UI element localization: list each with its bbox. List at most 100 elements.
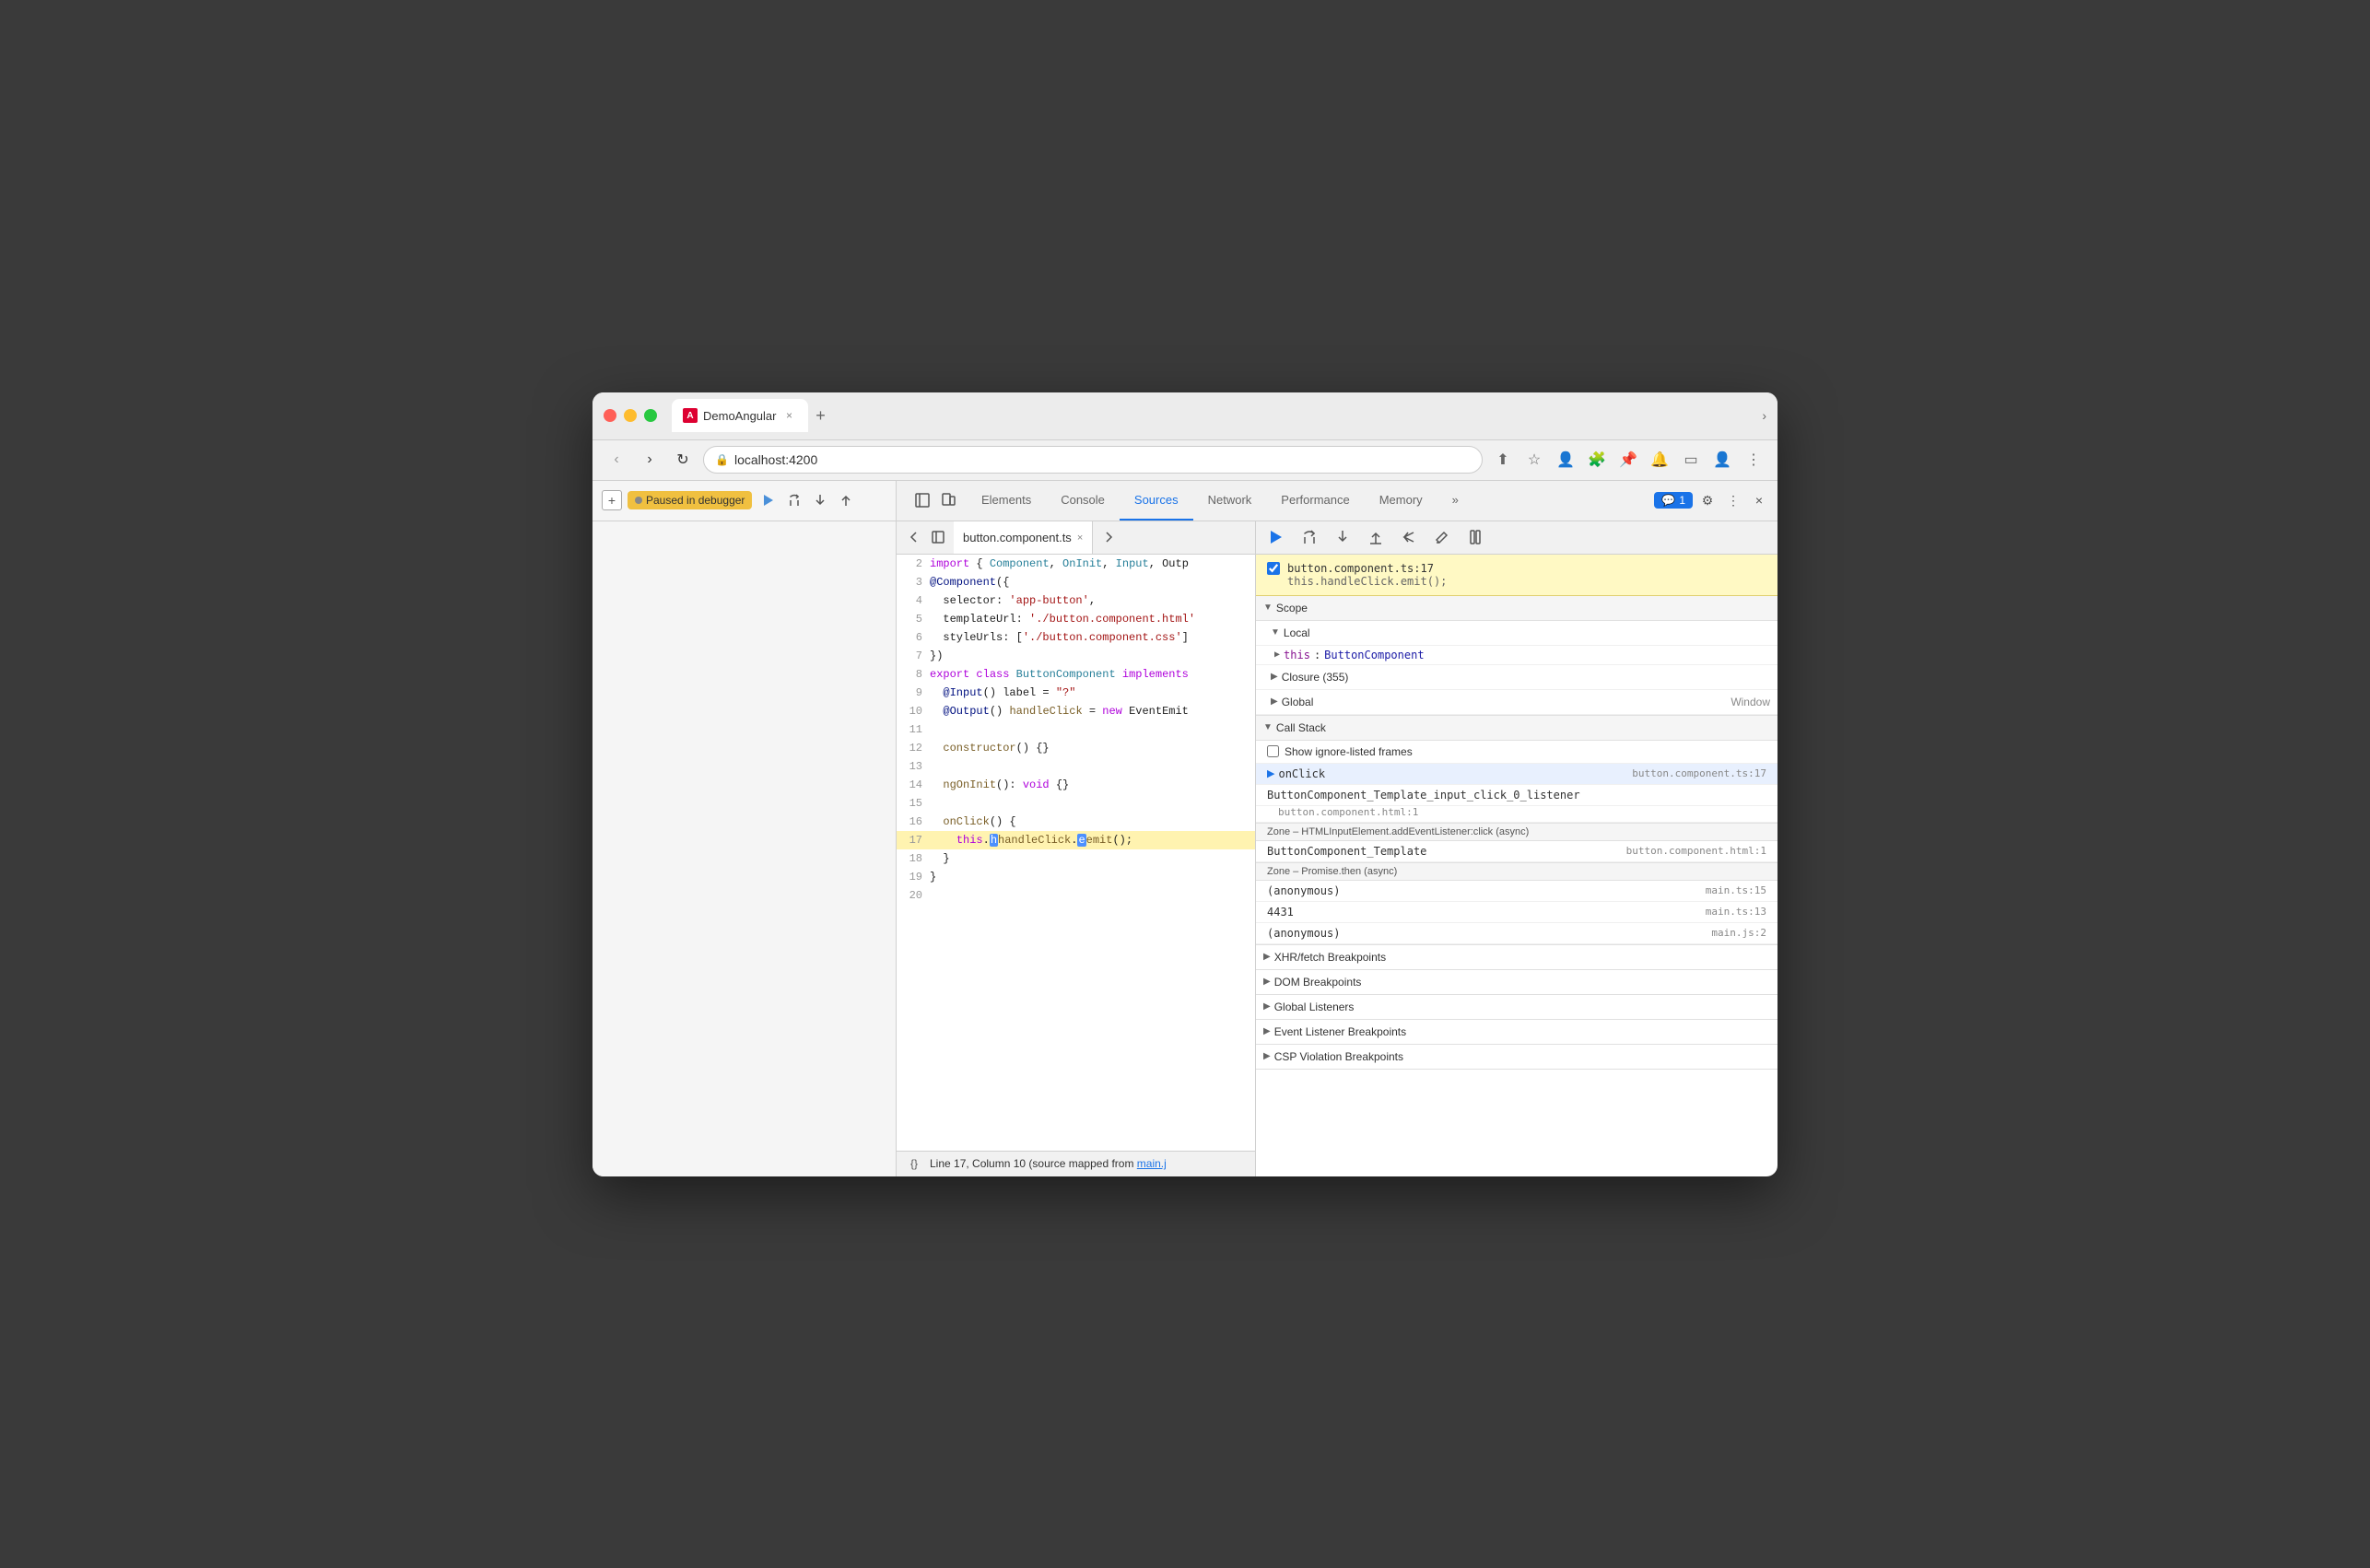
forward-button[interactable]: › — [637, 447, 663, 473]
event-listener-breakpoints-header[interactable]: ▶ Event Listener Breakpoints — [1256, 1020, 1778, 1044]
ignore-frames-checkbox[interactable] — [1267, 745, 1279, 757]
file-tab[interactable]: button.component.ts × — [954, 521, 1093, 555]
scope-header[interactable]: ▼ Scope — [1256, 596, 1778, 621]
file-tab-close[interactable]: × — [1077, 532, 1083, 544]
code-line-17: 17 this.hhandleClick.eemit(); — [897, 831, 1255, 849]
callstack-ignore-row: Show ignore-listed frames — [1256, 741, 1778, 764]
callstack-name-onclick: onClick — [1278, 767, 1628, 780]
step-into-button[interactable] — [809, 489, 831, 511]
csp-violation-breakpoints-header[interactable]: ▶ CSP Violation Breakpoints — [1256, 1045, 1778, 1069]
device-icon[interactable] — [937, 489, 959, 511]
code-line-12: 12 constructor() {} — [897, 739, 1255, 757]
step-out-button[interactable] — [835, 489, 857, 511]
csp-violation-expand-arrow: ▶ — [1263, 1051, 1271, 1061]
message-badge[interactable]: 💬 1 — [1654, 492, 1693, 509]
devtools-more-button[interactable]: ⋮ — [1722, 489, 1744, 511]
callstack-item-4431[interactable]: 4431 main.ts:13 — [1256, 902, 1778, 923]
global-listeners-section: ▶ Global Listeners — [1256, 995, 1778, 1020]
code-line-7: 7 }) — [897, 647, 1255, 665]
paused-dot — [635, 497, 642, 504]
toolbar-step-out-button[interactable] — [1363, 524, 1389, 550]
toolbar-pause-exceptions-button[interactable] — [1462, 524, 1488, 550]
code-line-11: 11 — [897, 720, 1255, 739]
toolbar-resume-button[interactable] — [1263, 524, 1289, 550]
paused-bar: + Paused in debugger — [592, 481, 896, 521]
code-line-18: 18 } — [897, 849, 1255, 868]
callstack-header[interactable]: ▼ Call Stack — [1256, 716, 1778, 741]
profile-button[interactable]: 👤 — [1709, 447, 1735, 473]
refresh-button[interactable]: ↻ — [670, 447, 696, 473]
dom-breakpoints-header[interactable]: ▶ DOM Breakpoints — [1256, 970, 1778, 994]
callstack-file-4431: main.ts:13 — [1706, 906, 1766, 918]
minimize-traffic-light[interactable] — [624, 409, 637, 422]
callstack-item-buttoncmpt[interactable]: ButtonComponent_Template button.componen… — [1256, 841, 1778, 862]
tab-memory[interactable]: Memory — [1365, 481, 1437, 521]
callstack-item-anon1[interactable]: (anonymous) main.ts:15 — [1256, 881, 1778, 902]
code-line-4: 4 selector: 'app-button', — [897, 591, 1255, 610]
tab-close-button[interactable]: × — [782, 408, 797, 423]
tab-more[interactable]: » — [1437, 481, 1473, 521]
scope-arrow: ▼ — [1263, 603, 1273, 613]
source-nav-button[interactable] — [1098, 527, 1119, 547]
devtools-close-button[interactable]: × — [1748, 489, 1770, 511]
devtools-settings-button[interactable]: ⚙ — [1696, 489, 1719, 511]
left-panel: + Paused in debugger — [592, 481, 897, 1176]
tab-network[interactable]: Network — [1193, 481, 1267, 521]
callstack-file-onclick: button.component.ts:17 — [1632, 767, 1766, 779]
callstack-item-template[interactable]: ButtonComponent_Template_input_click_0_l… — [1256, 785, 1778, 806]
tab-sources[interactable]: Sources — [1120, 481, 1193, 521]
toolbar-step-into-button[interactable] — [1330, 524, 1355, 550]
source-map-icon[interactable]: {} — [906, 1155, 922, 1172]
close-traffic-light[interactable] — [604, 409, 616, 422]
code-area[interactable]: 2 import { Component, OnInit, Input, Out… — [897, 555, 1255, 1151]
more-button[interactable]: ⋮ — [1741, 447, 1766, 473]
inspect-icon[interactable] — [911, 489, 933, 511]
global-header[interactable]: ▶ Global Window — [1256, 690, 1778, 715]
new-tab-button[interactable]: + — [808, 403, 834, 428]
source-tree-button[interactable] — [928, 527, 948, 547]
add-breakpoint-button[interactable]: + — [602, 490, 622, 510]
source-back-button[interactable] — [904, 527, 924, 547]
title-bar: A DemoAngular × + › — [592, 392, 1778, 440]
local-header[interactable]: ▼ Local — [1256, 621, 1778, 646]
toolbar-step-over-button[interactable] — [1296, 524, 1322, 550]
tab-console[interactable]: Console — [1046, 481, 1120, 521]
global-arrow: ▶ — [1271, 696, 1278, 707]
tab-favicon: A — [683, 408, 698, 423]
global-listeners-header[interactable]: ▶ Global Listeners — [1256, 995, 1778, 1019]
devtools-main: Elements Console Sources Network Perform… — [897, 481, 1778, 1176]
code-line-20: 20 — [897, 886, 1255, 905]
pin-button[interactable]: 📌 — [1615, 447, 1641, 473]
callstack-item-anon2[interactable]: (anonymous) main.js:2 — [1256, 923, 1778, 944]
puzzle-button[interactable]: 🧩 — [1584, 447, 1610, 473]
extensions-button[interactable]: 👤 — [1553, 447, 1578, 473]
closure-header[interactable]: ▶ Closure (355) — [1256, 665, 1778, 690]
window-chevron[interactable]: › — [1762, 408, 1766, 423]
tab-performance[interactable]: Performance — [1266, 481, 1364, 521]
source-map-link[interactable]: main.j — [1137, 1157, 1167, 1170]
left-panel-content — [592, 521, 896, 1176]
step-over-button[interactable] — [783, 489, 805, 511]
middle-content: button.component.ts × 2 i — [897, 521, 1778, 1176]
callstack-item-onclick[interactable]: ▶ onClick button.component.ts:17 — [1256, 764, 1778, 785]
address-bar[interactable]: 🔒 localhost:4200 — [703, 446, 1483, 474]
tab-bar: A DemoAngular × + — [672, 399, 1210, 432]
sidebar-toggle[interactable]: ▭ — [1678, 447, 1704, 473]
breakpoint-checkbox[interactable] — [1267, 562, 1280, 575]
toolbar-edit-button[interactable] — [1429, 524, 1455, 550]
resume-button[interactable] — [757, 489, 780, 511]
bell-button[interactable]: 🔔 — [1647, 447, 1672, 473]
maximize-traffic-light[interactable] — [644, 409, 657, 422]
callstack-item-template-file: button.component.html:1 — [1256, 806, 1778, 823]
badge-count: 1 — [1679, 494, 1685, 507]
xhr-breakpoints-header[interactable]: ▶ XHR/fetch Breakpoints — [1256, 945, 1778, 969]
share-button[interactable]: ⬆ — [1490, 447, 1516, 473]
tab-elements[interactable]: Elements — [967, 481, 1046, 521]
back-button[interactable]: ‹ — [604, 447, 629, 473]
toolbar-step-back-button[interactable] — [1396, 524, 1422, 550]
local-arrow: ▼ — [1271, 627, 1280, 638]
browser-tab[interactable]: A DemoAngular × — [672, 399, 808, 432]
event-listener-expand-arrow: ▶ — [1263, 1026, 1271, 1036]
bookmark-button[interactable]: ☆ — [1521, 447, 1547, 473]
callstack-async-zone2: Zone – Promise.then (async) — [1256, 862, 1778, 881]
